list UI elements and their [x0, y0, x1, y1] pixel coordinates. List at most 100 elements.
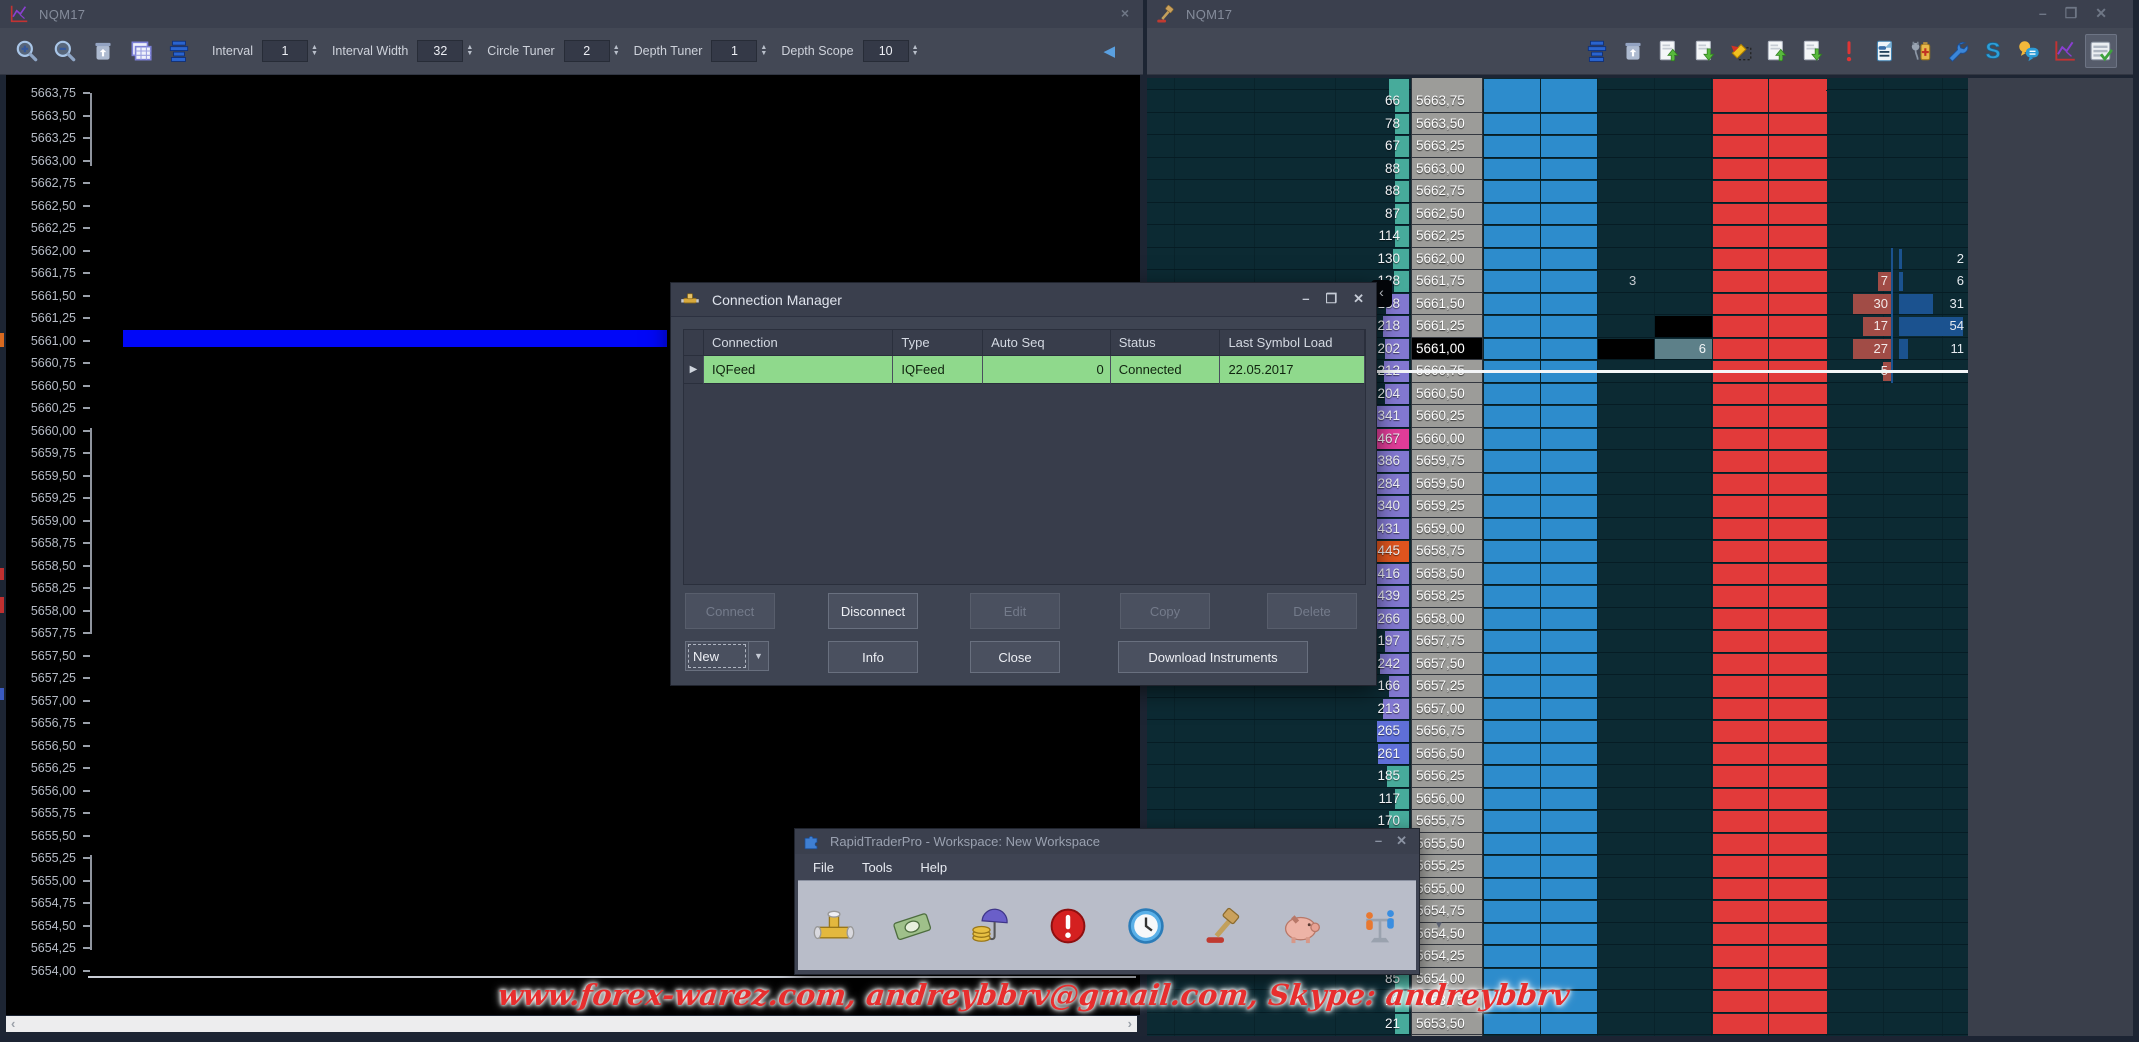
connections-table[interactable]: ConnectionTypeAuto SeqStatusLast Symbol …: [683, 329, 1366, 585]
pipe-connector-icon[interactable]: [811, 903, 857, 949]
sell-cell[interactable]: [1713, 564, 1768, 585]
column-header[interactable]: Auto Seq: [983, 330, 1111, 356]
price-cell[interactable]: 5655,00: [1411, 878, 1483, 901]
zoom-in-icon[interactable]: [11, 34, 43, 68]
field-value-input[interactable]: 2: [564, 40, 610, 62]
buy-cell[interactable]: [1484, 271, 1540, 292]
price-cell[interactable]: 5654,25: [1411, 945, 1483, 968]
buy-cell[interactable]: [1541, 699, 1597, 720]
price-cell[interactable]: 5663,00: [1411, 158, 1483, 181]
buy-cell[interactable]: [1541, 631, 1597, 652]
price-cell[interactable]: 5661,50: [1411, 293, 1483, 316]
price-cell[interactable]: 5658,00: [1411, 608, 1483, 631]
sell-cell[interactable]: [1713, 406, 1768, 427]
sell-cell[interactable]: [1713, 924, 1768, 945]
close-button[interactable]: Close: [970, 641, 1060, 673]
price-cell[interactable]: 5660,25: [1411, 405, 1483, 428]
buy-cell[interactable]: [1541, 789, 1597, 810]
sell-cell[interactable]: [1713, 226, 1768, 247]
buy-cell[interactable]: [1541, 496, 1597, 517]
gavel-icon[interactable]: [1201, 903, 1247, 949]
sell-cell[interactable]: [1769, 384, 1827, 405]
buy-cell[interactable]: [1541, 541, 1597, 562]
buy-cell[interactable]: [1541, 856, 1597, 877]
buy-cell[interactable]: [1484, 924, 1540, 945]
download-instruments-button[interactable]: Download Instruments: [1118, 641, 1308, 673]
sell-cell[interactable]: [1713, 204, 1768, 225]
sell-cell[interactable]: [1769, 946, 1827, 967]
buy-cell[interactable]: [1541, 879, 1597, 900]
sell-cell[interactable]: [1769, 1014, 1827, 1035]
sell-cell[interactable]: [1769, 114, 1827, 135]
buy-cell[interactable]: [1484, 204, 1540, 225]
price-cell[interactable]: 5657,00: [1411, 698, 1483, 721]
close-icon[interactable]: ✕: [1396, 833, 1407, 849]
piggy-bank-icon[interactable]: [1279, 903, 1325, 949]
buy-cell[interactable]: [1541, 901, 1597, 922]
sell-cell[interactable]: [1713, 631, 1768, 652]
sell-cell[interactable]: [1713, 384, 1768, 405]
sell-cell[interactable]: [1769, 766, 1827, 787]
buy-cell[interactable]: [1541, 294, 1597, 315]
buy-cell[interactable]: [1541, 406, 1597, 427]
sell-cell[interactable]: [1769, 429, 1827, 450]
close-icon[interactable]: ✕: [2095, 4, 2107, 22]
sell-cell[interactable]: [1713, 136, 1768, 157]
price-cell[interactable]: 5659,50: [1411, 473, 1483, 496]
close-icon[interactable]: ×: [1121, 4, 1129, 22]
minimize-icon[interactable]: –: [2039, 4, 2047, 22]
sell-cell[interactable]: [1769, 519, 1827, 540]
price-cell[interactable]: 5655,50: [1411, 833, 1483, 856]
sell-cell[interactable]: [1769, 654, 1827, 675]
copy-button[interactable]: Copy: [1120, 593, 1210, 629]
sell-cell[interactable]: [1713, 91, 1768, 112]
buy-cell[interactable]: [1484, 519, 1540, 540]
sell-cell[interactable]: [1769, 789, 1827, 810]
buy-cell[interactable]: [1484, 339, 1540, 360]
sell-cell[interactable]: [1769, 856, 1827, 877]
buy-cell[interactable]: [1484, 564, 1540, 585]
buy-cell[interactable]: [1541, 1014, 1597, 1035]
buy-cell[interactable]: [1484, 249, 1540, 270]
sell-cell[interactable]: [1713, 294, 1768, 315]
chat-icon[interactable]: [2013, 34, 2045, 68]
document-icon[interactable]: [1869, 34, 1901, 68]
buy-cell[interactable]: [1484, 159, 1540, 180]
price-cell[interactable]: 5663,50: [1411, 113, 1483, 136]
maximize-icon[interactable]: ❒: [2065, 4, 2078, 22]
buy-cell[interactable]: [1484, 901, 1540, 922]
clock-icon[interactable]: [1123, 903, 1169, 949]
field-value-input[interactable]: 10: [863, 40, 909, 62]
sell-cell[interactable]: [1713, 1014, 1768, 1035]
price-cell[interactable]: 5656,75: [1411, 720, 1483, 743]
sell-cell[interactable]: [1713, 789, 1768, 810]
sell-cell[interactable]: [1769, 451, 1827, 472]
buy-cell[interactable]: [1541, 271, 1597, 292]
buy-cell[interactable]: [1484, 91, 1540, 112]
sell-cell[interactable]: [1769, 339, 1827, 360]
column-header[interactable]: Last Symbol Load: [1220, 330, 1365, 356]
connection-row[interactable]: ▶IQFeedIQFeed0Connected22.05.2017: [684, 356, 1365, 384]
buy-cell[interactable]: [1541, 181, 1597, 202]
buy-cell[interactable]: [1484, 834, 1540, 855]
sell-cell[interactable]: [1769, 586, 1827, 607]
buy-cell[interactable]: [1541, 924, 1597, 945]
close-icon[interactable]: ✕: [1353, 291, 1364, 307]
sell-cell[interactable]: [1769, 721, 1827, 742]
buy-cell[interactable]: [1484, 496, 1540, 517]
delete-button[interactable]: Delete: [1267, 593, 1357, 629]
price-cell[interactable]: 5660,50: [1411, 383, 1483, 406]
sell-cell[interactable]: [1713, 654, 1768, 675]
buy-cell[interactable]: [1541, 249, 1597, 270]
page-up-icon[interactable]: [1761, 34, 1793, 68]
sell-cell[interactable]: [1769, 159, 1827, 180]
buy-cell[interactable]: [1541, 339, 1597, 360]
buy-cell[interactable]: [1484, 226, 1540, 247]
ask-bar[interactable]: [1899, 249, 1902, 269]
traded-volume-cell[interactable]: 6: [1655, 339, 1712, 360]
sell-cell[interactable]: [1713, 114, 1768, 135]
sell-cell[interactable]: [1713, 991, 1768, 1012]
sell-cell[interactable]: [1769, 564, 1827, 585]
buy-cell[interactable]: [1484, 609, 1540, 630]
spinner-arrows-icon[interactable]: ▲▼: [760, 45, 767, 57]
